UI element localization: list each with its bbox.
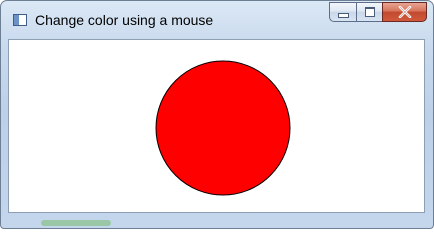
minimize-icon — [337, 13, 349, 18]
close-icon — [398, 6, 411, 18]
caption-buttons — [329, 2, 427, 22]
minimize-button[interactable] — [329, 2, 356, 22]
window-title: Change color using a mouse — [35, 12, 214, 28]
client-area[interactable] — [8, 39, 425, 213]
color-circle[interactable] — [155, 60, 291, 196]
title-bar[interactable]: Change color using a mouse — [1, 1, 433, 39]
close-button[interactable] — [382, 2, 427, 22]
drawing-canvas — [155, 60, 291, 196]
maximize-icon — [364, 7, 375, 17]
maximize-button[interactable] — [356, 2, 382, 22]
app-window-icon[interactable] — [13, 14, 27, 26]
app-window: Change color using a mouse — [0, 0, 434, 229]
